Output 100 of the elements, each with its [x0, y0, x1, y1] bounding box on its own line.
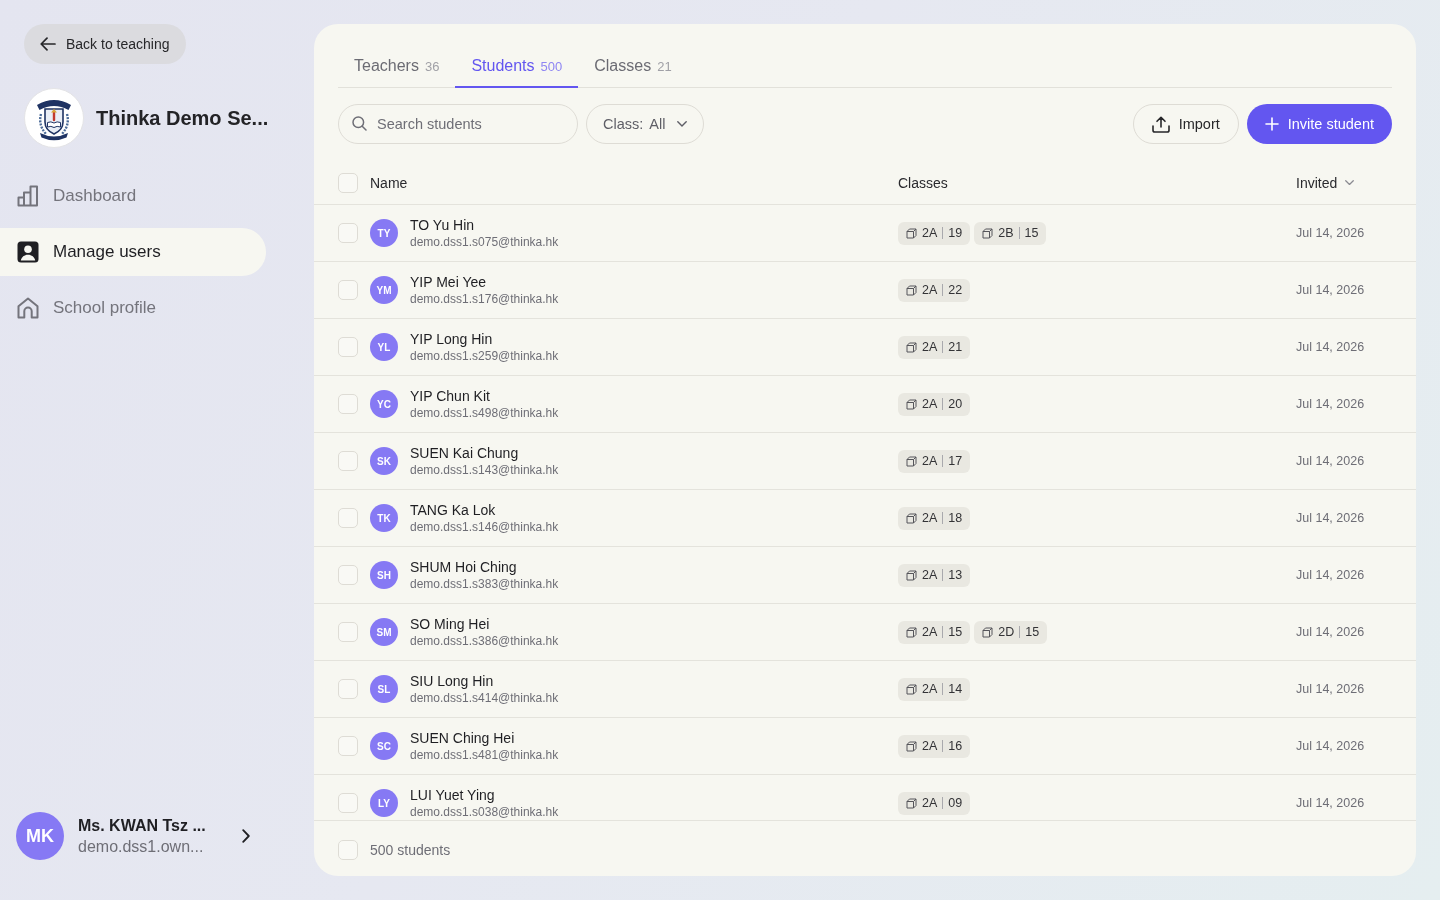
student-name: SHUM Hoi Ching [410, 559, 518, 576]
student-name: YIP Chun Kit [410, 388, 491, 405]
student-email: demo.dss1.s259@thinka.hk [410, 349, 559, 363]
user-email: demo.dss1.own... [78, 837, 205, 856]
chevron-right-icon[interactable] [242, 829, 250, 843]
student-email: demo.dss1.s383@thinka.hk [410, 577, 559, 591]
row-checkbox[interactable] [338, 565, 358, 585]
class-name: 2A [922, 568, 938, 582]
class-student-count: 09 [942, 797, 963, 809]
row-checkbox[interactable] [338, 793, 358, 813]
class-name: 2A [922, 397, 938, 411]
cube-icon [982, 626, 994, 638]
row-checkbox[interactable] [338, 679, 358, 699]
class-student-count: 14 [942, 683, 963, 695]
class-name: 2A [922, 340, 938, 354]
user-name: Ms. KWAN Tsz ... [78, 816, 207, 835]
class-name: 2A [922, 625, 938, 639]
class-name: 2B [998, 226, 1014, 240]
invited-date: Jul 14, 2026 [1296, 397, 1366, 411]
student-avatar: SK [370, 447, 398, 475]
tab[interactable]: Teachers 36 [338, 44, 456, 88]
class-name: 2A [922, 283, 938, 297]
invited-date: Jul 14, 2026 [1296, 340, 1366, 354]
class-name: 2A [922, 682, 938, 696]
student-name: SIU Long Hin [410, 673, 495, 690]
tab[interactable]: Students 500 [455, 44, 579, 88]
student-name: LUI Yuet Ying [410, 787, 496, 804]
cube-icon [906, 284, 917, 296]
cube-icon [906, 455, 917, 467]
cube-icon [906, 797, 917, 809]
student-email: demo.dss1.s038@thinka.hk [410, 805, 559, 819]
back-button[interactable]: Back to teaching [24, 24, 186, 64]
invited-date: Jul 14, 2026 [1296, 283, 1366, 297]
arrow-left-icon [40, 37, 56, 51]
bar-chart-icon [17, 185, 39, 207]
student-avatar: TY [370, 219, 398, 247]
nav-item[interactable]: Manage users [0, 228, 266, 276]
row-checkbox[interactable] [338, 280, 358, 300]
row-checkbox[interactable] [338, 622, 358, 642]
student-avatar: SL [370, 675, 398, 703]
nav-item[interactable]: School profile [0, 284, 266, 332]
class-student-count: 17 [942, 455, 963, 467]
invite-button[interactable]: Invite student [1246, 104, 1392, 144]
cube-icon [906, 227, 917, 239]
school-crest-logo [24, 88, 84, 148]
cube-icon [906, 398, 917, 410]
student-name: YIP Mei Yee [410, 274, 488, 291]
student-avatar: SH [370, 561, 398, 589]
cube-icon [906, 341, 917, 353]
student-email: demo.dss1.s176@thinka.hk [410, 292, 559, 306]
class-student-count: 21 [942, 341, 963, 353]
student-email: demo.dss1.s481@thinka.hk [410, 748, 559, 762]
row-checkbox[interactable] [338, 451, 358, 471]
sort-chevron-icon [1345, 179, 1355, 186]
student-avatar: LY [370, 789, 398, 817]
student-email: demo.dss1.s414@thinka.hk [410, 691, 559, 705]
invited-date: Jul 14, 2026 [1296, 682, 1366, 696]
invited-date: Jul 14, 2026 [1296, 796, 1366, 810]
search-field[interactable]: Search students [338, 104, 578, 144]
student-avatar: YL [370, 333, 398, 361]
student-name: YIP Long Hin [410, 331, 494, 348]
row-checkbox[interactable] [338, 337, 358, 357]
cube-icon [906, 683, 917, 695]
search-icon [352, 116, 367, 131]
class-student-count: 20 [942, 398, 963, 410]
invited-date: Jul 14, 2026 [1296, 454, 1366, 468]
student-name: SUEN Ching Hei [410, 730, 516, 747]
plus-icon [1264, 117, 1279, 131]
invited-date: Jul 14, 2026 [1296, 625, 1366, 639]
student-email: demo.dss1.s075@thinka.hk [410, 235, 559, 249]
row-checkbox[interactable] [338, 736, 358, 756]
class-name: 2A [922, 739, 938, 753]
class-student-count: 16 [942, 740, 963, 752]
student-avatar: YM [370, 276, 398, 304]
student-email: demo.dss1.s146@thinka.hk [410, 520, 559, 534]
cube-icon [982, 227, 994, 239]
class-name: 2D [998, 625, 1015, 639]
column-header[interactable]: Name [370, 174, 408, 191]
class-name: 2A [922, 511, 938, 525]
row-checkbox[interactable] [338, 394, 358, 414]
tab[interactable]: Classes 21 [578, 44, 688, 88]
class-name: 2A [922, 796, 938, 810]
class-name: 2A [922, 226, 938, 240]
row-checkbox[interactable] [338, 223, 358, 243]
class-student-count: 19 [942, 227, 963, 239]
student-name: TO Yu Hin [410, 217, 476, 234]
class-student-count: 15 [1018, 227, 1039, 239]
invited-date: Jul 14, 2026 [1296, 226, 1366, 240]
user-avatar[interactable]: MK [16, 812, 64, 860]
chevron-down-icon [677, 121, 688, 127]
row-checkbox[interactable] [338, 508, 358, 528]
nav-item[interactable]: Dashboard [0, 172, 266, 220]
footer-checkbox[interactable] [338, 840, 358, 860]
column-header[interactable]: Invited [1296, 174, 1355, 191]
student-avatar: SM [370, 618, 398, 646]
student-name: SUEN Kai Chung [410, 445, 520, 462]
cube-icon [906, 740, 917, 752]
student-email: demo.dss1.s386@thinka.hk [410, 634, 559, 648]
column-header[interactable]: Classes [898, 174, 948, 191]
select-all-checkbox[interactable] [338, 172, 358, 193]
